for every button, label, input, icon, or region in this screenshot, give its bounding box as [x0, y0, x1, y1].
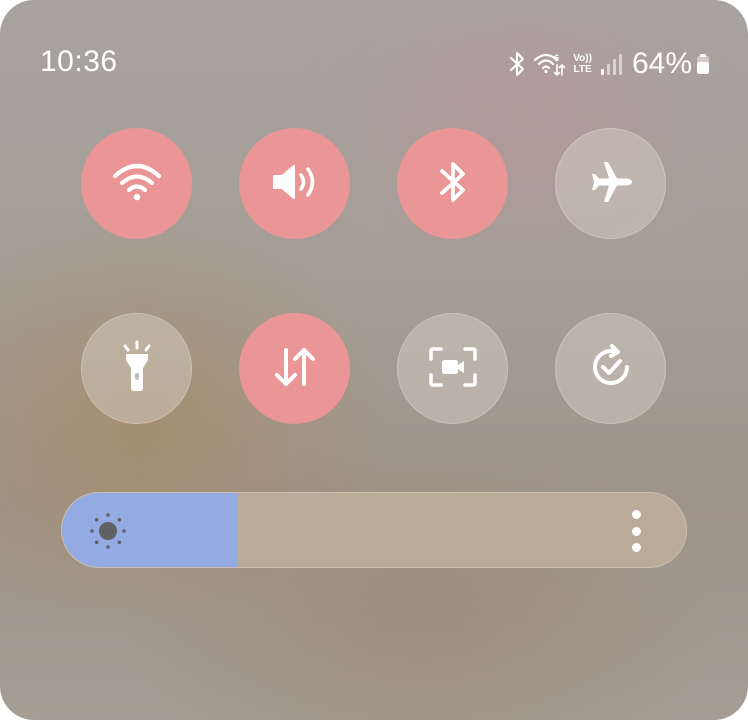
- flashlight-icon: [117, 340, 157, 398]
- speaker-icon: [268, 160, 322, 208]
- signal-strength-icon: [600, 52, 622, 76]
- data-transfer-icon: [270, 342, 320, 396]
- volte-icon: Vo)) LTE: [573, 53, 592, 75]
- airplane-toggle[interactable]: [555, 128, 666, 239]
- wifi-toggle[interactable]: [81, 128, 192, 239]
- bluetooth-toggle[interactable]: [397, 128, 508, 239]
- wifi-6-data-icon: 6: [533, 51, 566, 77]
- airplane-icon: [586, 157, 636, 211]
- clock: 10:36: [40, 45, 118, 78]
- screen-record-icon: [427, 345, 479, 393]
- flashlight-toggle[interactable]: [81, 313, 192, 424]
- more-vertical-icon[interactable]: [624, 507, 648, 555]
- screen-recorder-toggle[interactable]: [397, 313, 508, 424]
- quick-settings-panel: 10:36 6 Vo)) LTE 64%: [0, 0, 748, 720]
- bluetooth-icon: [509, 51, 525, 77]
- status-bar: 10:36 6 Vo)) LTE 64%: [0, 0, 748, 110]
- brightness-slider[interactable]: [61, 492, 687, 568]
- battery-percent: 64%: [631, 47, 692, 80]
- sun-icon: [86, 509, 130, 553]
- rotate-check-icon: [586, 342, 636, 396]
- auto-rotate-toggle[interactable]: [555, 313, 666, 424]
- svg-text:6: 6: [554, 53, 559, 63]
- wifi-icon: [111, 160, 163, 208]
- battery-icon: [696, 52, 710, 76]
- mobile-data-toggle[interactable]: [239, 313, 350, 424]
- sound-toggle[interactable]: [239, 128, 350, 239]
- bluetooth-icon: [436, 157, 470, 211]
- status-icons: 6 Vo)) LTE 64%: [501, 46, 710, 82]
